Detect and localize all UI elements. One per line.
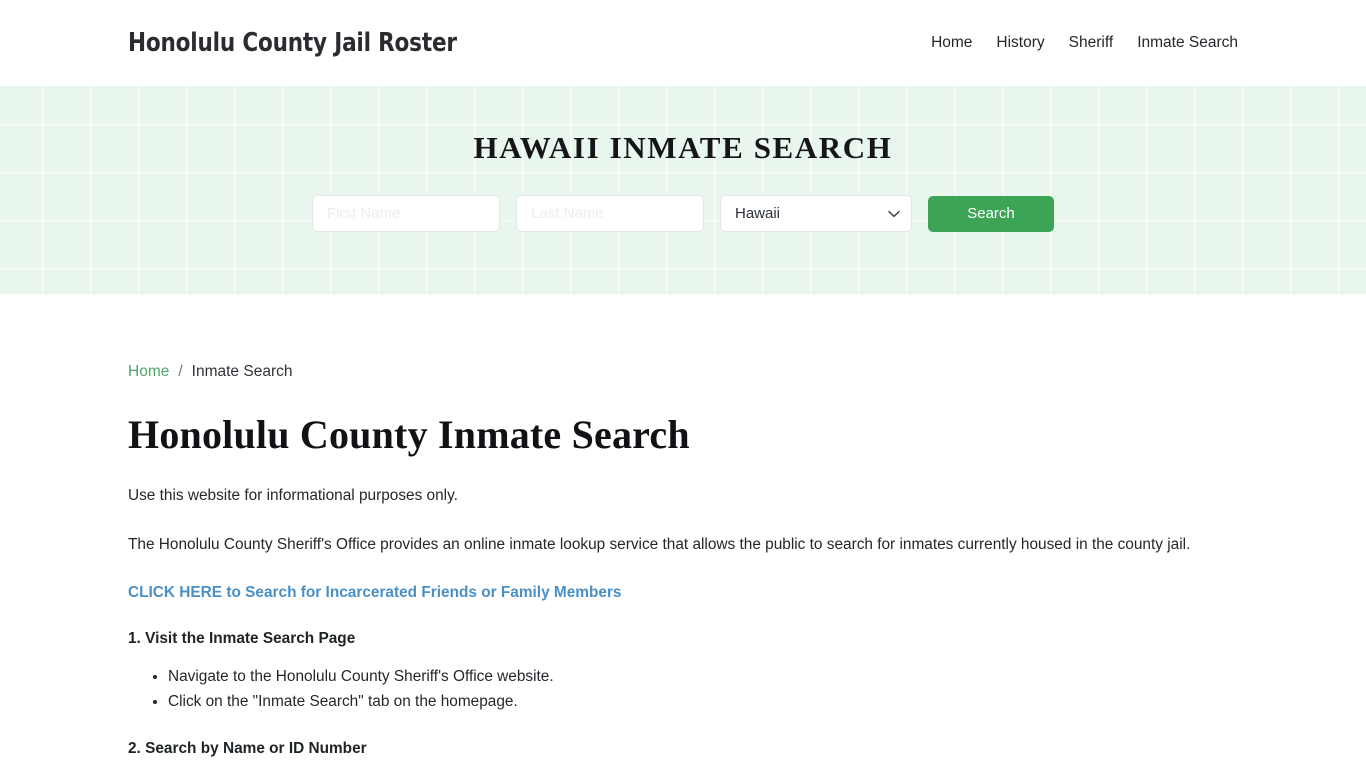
hero-search-banner: HAWAII INMATE SEARCH Hawaii Search xyxy=(0,86,1366,294)
step-heading-1: 1. Visit the Inmate Search Page xyxy=(128,629,356,647)
description-paragraph: The Honolulu County Sheriff's Office pro… xyxy=(128,535,1191,553)
nav-item-sheriff[interactable]: Sheriff xyxy=(1057,28,1126,59)
breadcrumb: Home / Inmate Search xyxy=(128,364,1238,380)
intro-text: Use this website for informational purpo… xyxy=(128,486,458,504)
main-navigation: Home History Sheriff Inmate Search xyxy=(919,28,1238,59)
search-button[interactable]: Search xyxy=(928,195,1054,232)
breadcrumb-separator: / xyxy=(178,363,183,380)
nav-item-home[interactable]: Home xyxy=(919,28,984,59)
list-item: Navigate to the Honolulu County Sheriff'… xyxy=(168,664,1238,689)
state-select-wrapper: Hawaii xyxy=(720,195,912,232)
site-header: Honolulu County Jail Roster Home History… xyxy=(0,0,1366,86)
first-name-input[interactable] xyxy=(312,195,500,232)
step-heading-2: 2. Search by Name or ID Number xyxy=(128,740,367,758)
list-item: Click on the "Inmate Search" tab on the … xyxy=(168,689,1238,714)
step-list-1: Navigate to the Honolulu County Sheriff'… xyxy=(128,664,1238,714)
main-content: Home / Inmate Search Honolulu County Inm… xyxy=(0,364,1366,760)
nav-item-history[interactable]: History xyxy=(984,28,1056,59)
last-name-input[interactable] xyxy=(516,195,704,232)
breadcrumb-item-home[interactable]: Home xyxy=(128,364,169,380)
page-title: Honolulu County Inmate Search xyxy=(128,411,690,457)
nav-item-inmate-search[interactable]: Inmate Search xyxy=(1125,28,1238,59)
breadcrumb-item-current: Inmate Search xyxy=(191,363,293,380)
hero-title: HAWAII INMATE SEARCH xyxy=(473,130,893,165)
state-select[interactable]: Hawaii xyxy=(720,195,912,232)
inmate-search-form: Hawaii Search xyxy=(312,195,1054,232)
site-title[interactable]: Honolulu County Jail Roster xyxy=(128,28,457,58)
search-friends-family-link[interactable]: CLICK HERE to Search for Incarcerated Fr… xyxy=(128,581,622,604)
